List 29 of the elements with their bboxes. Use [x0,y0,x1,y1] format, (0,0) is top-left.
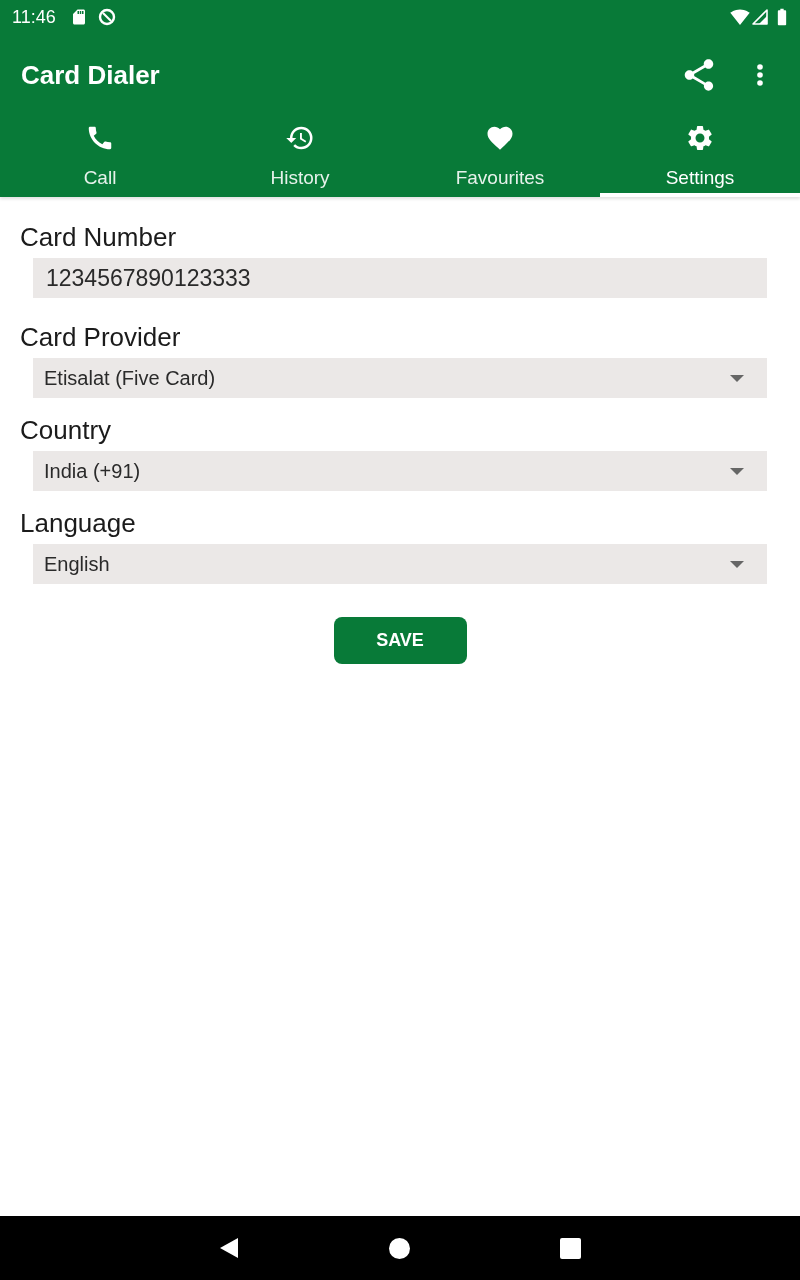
field-label: Country [20,415,112,445]
dropdown-value: English [44,552,110,577]
dropdown-value: India (+91) [44,459,141,484]
dropdown-field[interactable]: India (+91) [33,451,767,491]
back-icon[interactable] [219,1237,239,1259]
field-label: Card Number [20,222,177,252]
blocked-circle-icon [97,8,116,26]
tab[interactable]: Call [0,116,200,197]
more-options-icon [757,64,763,86]
field-label: Card Provider [20,322,181,352]
settings-icon [685,123,715,153]
dropdown-field[interactable]: English [33,544,767,584]
tab[interactable]: History [200,116,400,197]
status-time: 11:46 [12,5,56,29]
dropdown-caret-icon [730,560,744,568]
card-number-input[interactable]: 1234567890123333 [33,258,767,298]
wifi-icon [730,7,750,27]
app-title: Card Dialer [21,58,160,92]
cellular-signal-icon [752,9,768,25]
save-button[interactable]: SAVE [333,617,467,664]
home-icon[interactable] [389,1237,410,1259]
dropdown-caret-icon [730,374,744,382]
recents-icon[interactable] [560,1237,581,1259]
dropdown-field[interactable]: Etisalat (Five Card) [33,358,767,398]
tab[interactable]: Favourites [400,116,600,197]
dropdown-caret-icon [730,467,744,475]
dropdown-value: Etisalat (Five Card) [44,366,216,391]
tab[interactable]: Settings [600,116,800,197]
field-label: Language [20,508,136,538]
